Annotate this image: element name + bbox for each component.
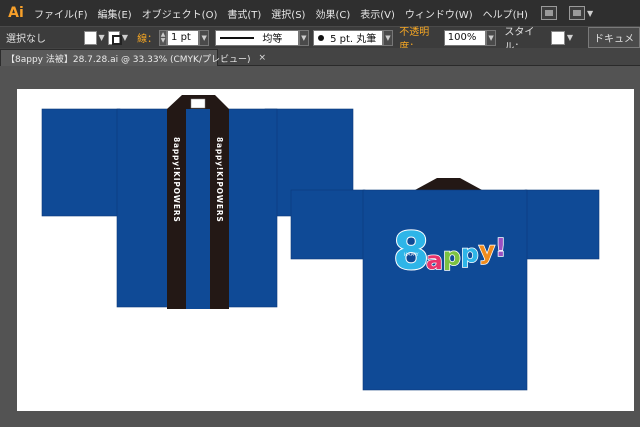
menu-help[interactable]: ヘルプ(H) bbox=[478, 6, 533, 21]
back-body bbox=[362, 189, 528, 391]
brush-label: 5 pt. 丸筆 bbox=[330, 34, 377, 45]
illustrator-logo: Ai bbox=[8, 5, 24, 21]
close-icon[interactable]: × bbox=[259, 53, 267, 63]
arrange-documents-icon[interactable] bbox=[568, 6, 585, 20]
menu-object[interactable]: オブジェクト(O) bbox=[137, 6, 223, 21]
logo-eight: 8 bbox=[393, 222, 429, 282]
document-tab-bar: 【8appy 法被】28.7.28.ai @ 33.33% (CMYK/プレビュ… bbox=[0, 48, 640, 66]
stroke-dropdown-icon[interactable]: ▼ bbox=[122, 33, 128, 42]
brush-dropdown[interactable]: ▼ bbox=[382, 29, 394, 46]
style-swatch[interactable] bbox=[550, 30, 565, 45]
opacity-field[interactable]: 100% bbox=[443, 29, 486, 46]
front-tag bbox=[190, 98, 206, 109]
document-setup-button[interactable]: ドキュメ bbox=[588, 27, 640, 48]
canvas-area[interactable]: 8appy!KIPOWERS 8appy!KIPOWERS 8 HAPPY ap… bbox=[0, 66, 640, 427]
stroke-profile-dropdown[interactable]: ▼ bbox=[298, 29, 310, 46]
front-left-sleeve bbox=[41, 108, 121, 217]
logo-letter-p2: p bbox=[461, 239, 479, 268]
logo-letter-a: a bbox=[426, 246, 443, 275]
artwork-svg: 8appy!KIPOWERS 8appy!KIPOWERS 8 HAPPY ap… bbox=[41, 95, 600, 391]
stroke-profile-select[interactable]: 均等 bbox=[215, 29, 299, 46]
menu-effect[interactable]: 効果(C) bbox=[310, 6, 355, 21]
brush-dot-icon bbox=[318, 34, 325, 41]
document-tab-title: 【8appy 法被】28.7.28.ai @ 33.33% (CMYK/プレビュ… bbox=[6, 54, 251, 65]
artboard[interactable]: 8appy!KIPOWERS 8appy!KIPOWERS 8 HAPPY ap… bbox=[17, 89, 634, 411]
stroke-weight-dropdown[interactable]: ▼ bbox=[198, 29, 210, 46]
menu-type[interactable]: 書式(T) bbox=[222, 6, 266, 21]
stroke-line-preview bbox=[220, 36, 255, 39]
control-bar: 選択なし ▼ ▼ 線： ▲ ▼ 1 pt ▼ 均等 ▼ 5 pt. 丸筆 ▼ 不透… bbox=[0, 26, 640, 53]
stroke-weight-field[interactable]: 1 pt bbox=[167, 29, 199, 46]
selection-status: 選択なし bbox=[6, 34, 46, 45]
collar-text-left: 8appy!KIPOWERS bbox=[172, 137, 181, 223]
style-dropdown-icon[interactable]: ▼ bbox=[567, 33, 573, 42]
chevron-down-icon[interactable]: ▼ bbox=[587, 9, 593, 18]
menu-file[interactable]: ファイル(F) bbox=[29, 6, 93, 21]
stroke-label[interactable]: 線： bbox=[137, 30, 157, 45]
stroke-swatch[interactable] bbox=[107, 30, 122, 45]
logo-letter-y: y bbox=[479, 236, 495, 265]
opacity-dropdown[interactable]: ▼ bbox=[485, 29, 497, 46]
happi-back[interactable]: 8 HAPPY appy! bbox=[290, 178, 600, 391]
stroke-weight-stepper[interactable]: ▲ ▼ bbox=[159, 29, 168, 46]
illustrator-window: Ai ファイル(F) 編集(E) オブジェクト(O) 書式(T) 選択(S) 効… bbox=[0, 0, 640, 427]
menu-select[interactable]: 選択(S) bbox=[266, 6, 310, 21]
menu-edit[interactable]: 編集(E) bbox=[93, 6, 137, 21]
document-tab[interactable]: 【8appy 法被】28.7.28.ai @ 33.33% (CMYK/プレビュ… bbox=[0, 49, 266, 66]
brush-select[interactable]: 5 pt. 丸筆 bbox=[313, 29, 383, 46]
logo-small-text: HAPPY bbox=[404, 252, 419, 258]
back-right-sleeve bbox=[524, 189, 600, 260]
bridge-icon[interactable] bbox=[540, 6, 557, 20]
back-left-sleeve bbox=[290, 189, 366, 260]
logo-letter-bang: ! bbox=[495, 233, 506, 262]
fill-swatch[interactable] bbox=[84, 30, 97, 45]
front-collar-gap bbox=[186, 109, 210, 309]
collar-text-right: 8appy!KIPOWERS bbox=[215, 137, 224, 223]
fill-dropdown-icon[interactable]: ▼ bbox=[99, 33, 105, 42]
stroke-profile-label: 均等 bbox=[262, 34, 283, 45]
logo-letter-p1: p bbox=[443, 242, 461, 271]
menu-window[interactable]: ウィンドウ(W) bbox=[400, 6, 478, 21]
menu-view[interactable]: 表示(V) bbox=[355, 6, 400, 21]
back-collar bbox=[415, 178, 482, 190]
